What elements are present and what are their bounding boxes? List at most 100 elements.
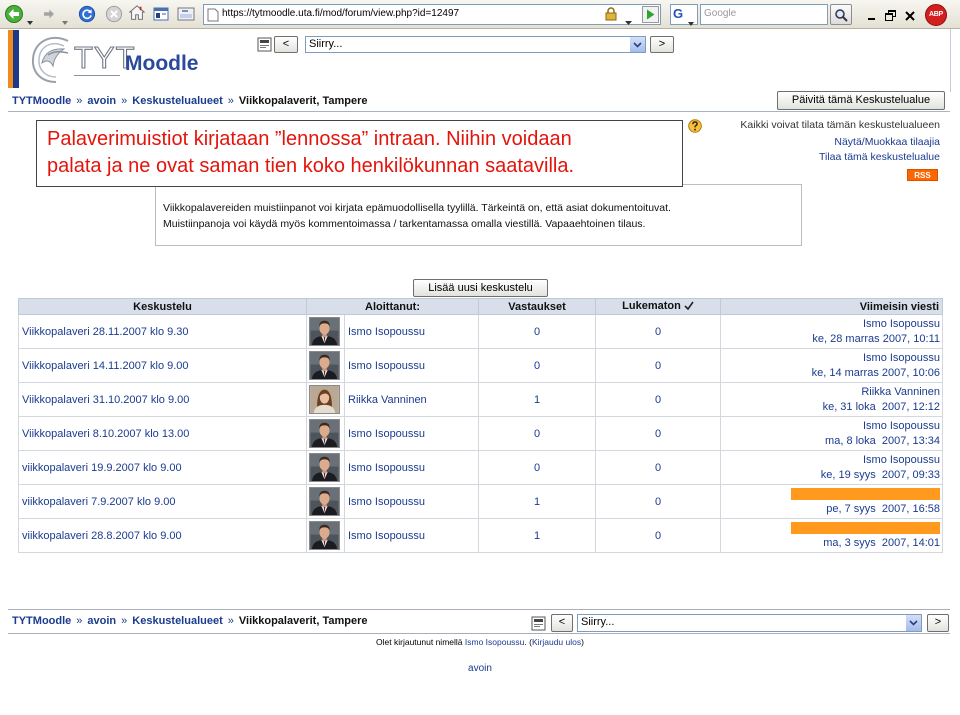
author-link[interactable]: Ismo Isopoussu — [348, 428, 425, 440]
replies-count[interactable]: 0 — [534, 326, 540, 338]
update-forum-button[interactable]: Päivitä tämä Keskustelualue — [777, 91, 945, 110]
user-avatar[interactable] — [309, 453, 342, 482]
add-discussion-button[interactable]: Lisää uusi keskustelu — [413, 279, 548, 297]
discussion-link[interactable]: viikkopalaveri 19.9.2007 klo 9.00 — [22, 462, 182, 474]
last-post-author[interactable]: Ismo Isopoussu — [863, 318, 940, 330]
unread-count[interactable]: 0 — [655, 428, 661, 440]
last-post-author[interactable]: Riikka Vanninen — [861, 386, 940, 398]
jump-prev-button[interactable]: < — [551, 614, 573, 632]
discussion-link[interactable]: viikkopalaveri 7.9.2007 klo 9.00 — [22, 496, 175, 508]
last-post-author[interactable]: Ismo Isopoussu — [863, 420, 940, 432]
adblock-badge-label: ABP — [929, 11, 943, 18]
unread-count[interactable]: 0 — [655, 530, 661, 542]
discussion-link[interactable]: Viikkopalaveri 31.10.2007 klo 9.00 — [22, 394, 189, 406]
breadcrumb-course[interactable]: avoin — [87, 615, 116, 627]
minimize-icon[interactable] — [867, 8, 877, 26]
replies-count[interactable]: 1 — [534, 496, 540, 508]
breadcrumb-course[interactable]: avoin — [87, 95, 116, 107]
forward-dropdown-icon[interactable] — [62, 12, 68, 30]
navigation-icon[interactable] — [257, 37, 272, 57]
user-avatar[interactable] — [309, 419, 342, 448]
jump-menu-select[interactable]: Siirry... — [305, 36, 646, 53]
rss-badge[interactable]: RSS — [907, 169, 938, 181]
address-url[interactable]: https://tytmoodle.uta.fi/mod/forum/view.… — [222, 8, 459, 19]
navigation-icon[interactable] — [531, 616, 546, 636]
breadcrumb-home[interactable]: TYTMoodle — [12, 615, 71, 627]
footer-course-link[interactable]: avoin — [468, 663, 492, 674]
discussion-link[interactable]: Viikkopalaveri 14.11.2007 klo 9.00 — [22, 360, 189, 372]
jump-menu-select[interactable]: Siirry... — [577, 614, 922, 632]
last-post-date[interactable]: ke, 28 marras 2007, 10:11 — [812, 333, 940, 345]
home-icon[interactable] — [128, 4, 146, 27]
last-post-date-line: ma, 8 loka 2007, 13:34 — [724, 434, 940, 449]
logo-moodle-text[interactable]: Moodle — [125, 52, 199, 76]
author-link[interactable]: Ismo Isopoussu — [348, 530, 425, 542]
logo-swoosh-icon[interactable] — [28, 33, 74, 90]
logged-in-user-link[interactable]: Ismo Isopoussu — [465, 637, 525, 647]
unread-count[interactable]: 0 — [655, 496, 661, 508]
discussion-link[interactable]: viikkopalaveri 28.8.2007 klo 9.00 — [22, 530, 182, 542]
address-dropdown-icon[interactable] — [625, 12, 632, 30]
checkmark-icon[interactable] — [684, 300, 694, 314]
go-icon[interactable] — [642, 6, 659, 28]
back-icon[interactable] — [4, 4, 24, 29]
user-avatar[interactable] — [309, 385, 342, 414]
author-link[interactable]: Ismo Isopoussu — [348, 496, 425, 508]
search-engine-selector[interactable]: G — [670, 4, 698, 26]
unread-count[interactable]: 0 — [655, 462, 661, 474]
page-icon[interactable] — [153, 6, 169, 27]
unread-count[interactable]: 0 — [655, 360, 661, 372]
discussion-row: viikkopalaveri 28.8.2007 klo 9.00 Ismo Is… — [18, 518, 944, 553]
user-avatar[interactable] — [309, 317, 342, 346]
refresh-icon[interactable] — [78, 5, 96, 28]
last-post-date[interactable]: ke, 14 marras 2007, 10:06 — [812, 367, 940, 379]
help-icon[interactable] — [688, 119, 702, 138]
author-link[interactable]: Ismo Isopoussu — [348, 462, 425, 474]
back-dropdown-icon[interactable] — [27, 12, 33, 30]
author-link[interactable]: Ismo Isopoussu — [348, 360, 425, 372]
jump-next-button[interactable]: > — [650, 36, 674, 53]
replies-count[interactable]: 1 — [534, 394, 540, 406]
forward-icon[interactable] — [40, 5, 58, 28]
lock-icon[interactable] — [604, 7, 618, 26]
breadcrumb-forums[interactable]: Keskustelualueet — [132, 615, 222, 627]
replies-count[interactable]: 0 — [534, 462, 540, 474]
breadcrumb-home[interactable]: TYTMoodle — [12, 95, 71, 107]
subscribe-link[interactable]: Tilaa tämä keskustelualue — [819, 151, 940, 164]
last-post-date[interactable]: ke, 19 syys 2007, 09:33 — [821, 469, 940, 481]
replies-count[interactable]: 1 — [534, 530, 540, 542]
restore-icon[interactable] — [885, 8, 896, 26]
last-post-author[interactable]: Ismo Isopoussu — [863, 454, 940, 466]
replies-count[interactable]: 0 — [534, 428, 540, 440]
discussion-link[interactable]: Viikkopalaveri 8.10.2007 klo 13.00 — [22, 428, 189, 440]
stop-icon[interactable] — [105, 5, 123, 28]
author-link[interactable]: Ismo Isopoussu — [348, 326, 425, 338]
jump-prev-button[interactable]: < — [274, 36, 298, 53]
search-button[interactable] — [830, 4, 852, 25]
search-input[interactable]: Google — [700, 4, 828, 25]
breadcrumb-forums[interactable]: Keskustelualueet — [132, 95, 222, 107]
discussion-link[interactable]: Viikkopalaveri 28.11.2007 klo 9.30 — [22, 326, 189, 338]
unread-count[interactable]: 0 — [655, 326, 661, 338]
address-bar[interactable]: https://tytmoodle.uta.fi/mod/forum/view.… — [203, 4, 661, 25]
chevron-down-icon[interactable] — [905, 615, 921, 631]
user-avatar[interactable] — [309, 487, 342, 516]
chevron-down-icon[interactable] — [629, 37, 645, 52]
tag-icon[interactable] — [177, 5, 195, 28]
last-post-date[interactable]: ma, 8 loka 2007, 13:34 — [825, 435, 940, 447]
unread-count[interactable]: 0 — [655, 394, 661, 406]
last-post-author[interactable]: Ismo Isopoussu — [863, 352, 940, 364]
topic-cell: viikkopalaveri 28.8.2007 klo 9.00 — [18, 518, 307, 553]
show-subscribers-link[interactable]: Näytä/Muokkaa tilaajia — [834, 136, 940, 149]
last-post-date[interactable]: ke, 31 loka 2007, 12:12 — [823, 401, 940, 413]
user-avatar[interactable] — [309, 351, 342, 380]
last-post-date[interactable]: pe, 7 syys 2007, 16:58 — [826, 503, 940, 515]
last-post-date[interactable]: ma, 3 syys 2007, 14:01 — [823, 537, 940, 549]
jump-next-button[interactable]: > — [927, 614, 949, 632]
adblock-icon[interactable]: ABP — [925, 4, 947, 26]
close-icon[interactable] — [905, 8, 915, 26]
replies-count[interactable]: 0 — [534, 360, 540, 372]
user-avatar[interactable] — [309, 521, 342, 550]
author-link[interactable]: Riikka Vanninen — [348, 394, 427, 406]
logout-link[interactable]: Kirjaudu ulos — [532, 637, 581, 647]
